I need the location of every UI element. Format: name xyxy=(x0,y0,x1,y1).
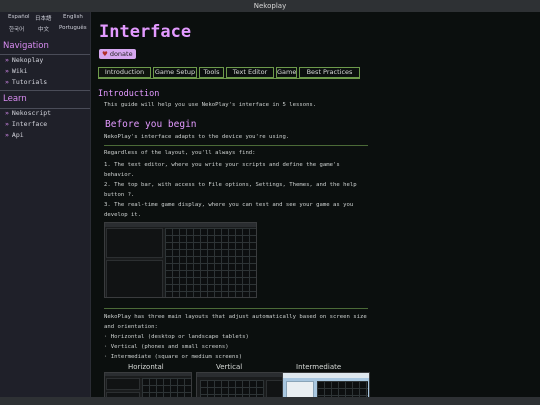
layout-item-intermediate: · Intermediate (square or medium screens… xyxy=(104,354,243,360)
subheading: Before you begin xyxy=(105,119,197,130)
sidebar-item-label: Interface xyxy=(11,120,48,128)
editor-preview xyxy=(106,228,163,258)
topbar-preview xyxy=(105,223,256,227)
intermediate-layout-preview xyxy=(282,372,370,397)
intro-text: This guide will help you use NekoPlay's … xyxy=(104,102,317,108)
language-link-es[interactable]: Español xyxy=(8,14,30,20)
layouts-intro-text: NekoPlay has three main layouts that adj… xyxy=(104,314,367,330)
caption-intermediate: Intermediate xyxy=(296,363,342,371)
sidebar-item-label: Nekoplay xyxy=(11,56,44,64)
horizontal-layout-preview xyxy=(104,372,192,397)
list-item-topbar: 2. The top bar, with access to File opti… xyxy=(104,182,357,198)
game-display-preview xyxy=(200,380,264,397)
caption-horizontal: Horizontal xyxy=(128,363,164,371)
tab-text-editor[interactable]: Text Editor xyxy=(226,67,274,78)
language-link-pt[interactable]: Português xyxy=(59,25,87,31)
language-link-zh[interactable]: 中文 xyxy=(38,25,49,33)
regardless-text: Regardless of the layout, you'll always … xyxy=(104,150,256,156)
divider xyxy=(0,54,90,55)
language-link-en[interactable]: English xyxy=(63,14,83,20)
tab-introduction[interactable]: Introduction xyxy=(98,67,151,78)
layout-item-horizontal: · Horizontal (desktop or landscape table… xyxy=(104,334,249,340)
sidebar: Español 日本語 English 한국어 中文 Português Nav… xyxy=(0,12,91,397)
app-title: Nekoplay xyxy=(253,2,287,10)
editor-preview xyxy=(286,381,314,397)
game-display-preview xyxy=(165,228,256,297)
editor-preview xyxy=(106,378,140,390)
window-title-bar: Nekoplay xyxy=(0,0,540,12)
adapts-text: NekoPlay's interface adapts to the devic… xyxy=(104,134,290,140)
sidebar-item-label: Nekoscript xyxy=(11,109,52,117)
donate-button[interactable]: ♥ donate xyxy=(99,49,136,59)
language-link-ja[interactable]: 日本語 xyxy=(35,14,52,22)
bullet-icon: » xyxy=(5,109,9,117)
sidebar-item-label: Api xyxy=(11,131,24,139)
topbar-preview xyxy=(197,373,283,377)
sidebar-item-wiki[interactable]: » Wiki xyxy=(5,67,28,75)
divider xyxy=(104,145,368,146)
topbar-preview xyxy=(105,373,191,376)
sidebar-item-tutorials[interactable]: » Tutorials xyxy=(5,78,47,86)
tab-tools[interactable]: Tools xyxy=(199,67,224,78)
vertical-layout-preview xyxy=(196,372,284,397)
layout-item-vertical: · Vertical (phones and small screens) xyxy=(104,344,229,350)
bullet-icon: » xyxy=(5,131,9,139)
sidebar-item-nekoscript[interactable]: » Nekoscript xyxy=(5,109,51,117)
divider xyxy=(104,308,368,309)
learn-heading: Learn xyxy=(3,94,27,104)
section-heading: Introduction xyxy=(98,89,160,99)
list-item-editor: 1. The text editor, where you write your… xyxy=(104,162,340,178)
game-display-preview xyxy=(317,381,368,397)
console-preview xyxy=(106,260,163,297)
main-content: Interface ♥ donate Introduction Game Setu… xyxy=(92,12,540,397)
topbar-preview xyxy=(283,373,369,378)
sidebar-item-label: Wiki xyxy=(11,67,28,75)
donate-label: donate xyxy=(109,50,133,58)
interface-screenshot xyxy=(104,222,257,298)
tab-game[interactable]: Game xyxy=(276,67,297,78)
tab-best-practices[interactable]: Best Practices xyxy=(299,67,360,78)
divider xyxy=(0,90,90,91)
game-display-preview xyxy=(142,378,191,397)
editor-preview xyxy=(266,380,283,397)
sidebar-item-label: Tutorials xyxy=(11,78,48,86)
bullet-icon: » xyxy=(5,56,9,64)
navigation-heading: Navigation xyxy=(3,41,49,51)
caption-vertical: Vertical xyxy=(216,363,243,371)
page-title: Interface xyxy=(99,22,192,42)
language-link-ko[interactable]: 한국어 xyxy=(9,25,24,33)
bullet-icon: » xyxy=(5,67,9,75)
heart-icon: ♥ xyxy=(102,50,108,58)
list-item-display: 3. The real-time game display, where you… xyxy=(104,202,354,218)
bullet-icon: » xyxy=(5,120,9,128)
sidebar-item-nekoplay[interactable]: » Nekoplay xyxy=(5,56,43,64)
sidebar-item-interface[interactable]: » Interface xyxy=(5,120,47,128)
bottom-bar xyxy=(0,397,540,405)
bullet-icon: » xyxy=(5,78,9,86)
tab-game-setup[interactable]: Game Setup xyxy=(153,67,197,78)
tab-underline xyxy=(98,78,360,79)
sidebar-item-api[interactable]: » Api xyxy=(5,131,24,139)
